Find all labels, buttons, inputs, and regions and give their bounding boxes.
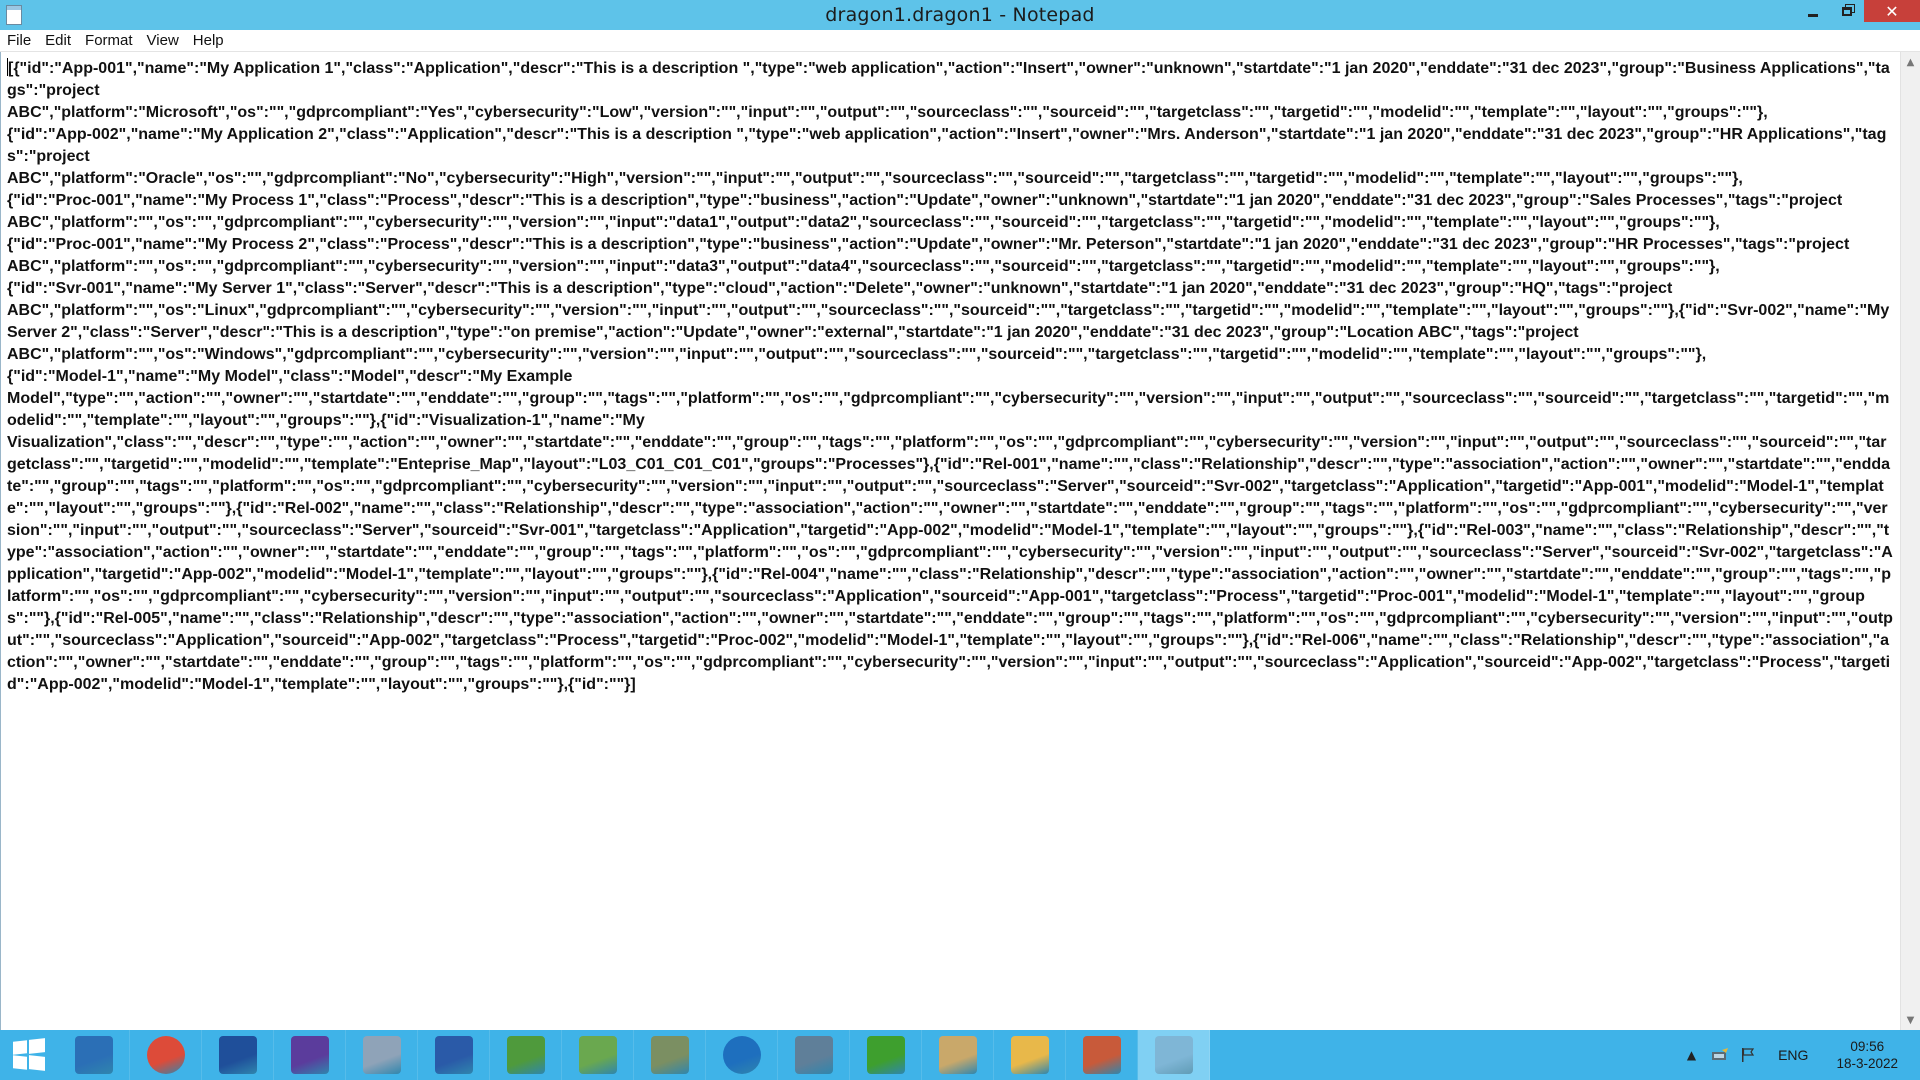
- maximize-button[interactable]: [1830, 0, 1864, 22]
- performance-monitor-icon: [362, 1036, 401, 1074]
- show-hidden-icons-arrow-icon[interactable]: ▲: [1687, 1048, 1696, 1062]
- menu-format[interactable]: Format: [78, 30, 140, 52]
- minimize-button[interactable]: [1796, 0, 1830, 22]
- network-icon[interactable]: [1710, 1047, 1730, 1063]
- server-manager-icon: [74, 1036, 113, 1074]
- taskbar-apps: [58, 1030, 1210, 1080]
- chrome-icon: [146, 1036, 185, 1074]
- taskbar-app-button[interactable]: [850, 1030, 922, 1080]
- calculator-icon: [650, 1036, 689, 1074]
- menu-edit[interactable]: Edit: [38, 30, 78, 52]
- taskbar-app-button[interactable]: [202, 1030, 274, 1080]
- menu-bar: File Edit Format View Help: [0, 30, 1920, 52]
- taskbar-app-button[interactable]: [922, 1030, 994, 1080]
- notepad-pen-icon: [578, 1036, 617, 1074]
- clock-date: 18-3-2022: [1836, 1056, 1898, 1071]
- scroll-down-arrow-icon[interactable]: ▼: [1901, 1010, 1920, 1030]
- taskbar-app-button[interactable]: [634, 1030, 706, 1080]
- spreadsheet-icon: [506, 1036, 545, 1074]
- taskbar-app-button[interactable]: [58, 1030, 130, 1080]
- taskbar-app-button[interactable]: [274, 1030, 346, 1080]
- restore-icon: [1842, 6, 1852, 16]
- taskbar-app-button[interactable]: [1138, 1030, 1210, 1080]
- taskbar-app-button[interactable]: [706, 1030, 778, 1080]
- editor-text[interactable]: [{"id":"App-001","name":"My Application …: [1, 52, 1900, 696]
- taskbar-app-button[interactable]: [490, 1030, 562, 1080]
- window-title: dragon1.dragon1 - Notepad: [825, 4, 1095, 26]
- server-stack-icon: [794, 1036, 833, 1074]
- clock[interactable]: 09:56 18-3-2022: [1836, 1038, 1898, 1072]
- file-explorer-icon: [1010, 1036, 1049, 1074]
- vertical-scrollbar[interactable]: ▲ ▼: [1900, 52, 1920, 1030]
- powershell-icon: [434, 1036, 473, 1074]
- notepad-icon: [1154, 1036, 1193, 1074]
- language-indicator[interactable]: ENG: [1778, 1047, 1808, 1063]
- menu-view[interactable]: View: [140, 30, 186, 52]
- taskbar-app-button[interactable]: [130, 1030, 202, 1080]
- dragon-app-icon: [866, 1036, 905, 1074]
- taskbar-app-button[interactable]: [1066, 1030, 1138, 1080]
- window-controls: ✕: [1796, 0, 1920, 30]
- close-icon: ✕: [1885, 1, 1899, 21]
- menu-file[interactable]: File: [0, 30, 38, 52]
- taskbar-app-button[interactable]: [562, 1030, 634, 1080]
- taskbar-app-button[interactable]: [778, 1030, 850, 1080]
- clock-time: 09:56: [1850, 1039, 1885, 1054]
- paint-icon: [938, 1036, 977, 1074]
- start-button[interactable]: [0, 1030, 58, 1080]
- menu-help[interactable]: Help: [186, 30, 231, 52]
- system-tray: ▲ ENG 09:56 18-3-2022: [1687, 1030, 1920, 1080]
- notepad-app-icon[interactable]: [6, 5, 22, 25]
- visual-studio-icon: [290, 1036, 329, 1074]
- help-icon: [722, 1036, 761, 1074]
- taskbar-app-button[interactable]: [418, 1030, 490, 1080]
- taskbar-app-button[interactable]: [994, 1030, 1066, 1080]
- close-button[interactable]: ✕: [1864, 0, 1920, 22]
- text-caret: [7, 58, 8, 76]
- action-center-flag-icon[interactable]: [1740, 1047, 1756, 1063]
- save-disk-icon: [218, 1036, 257, 1074]
- windows-logo-icon: [13, 1038, 45, 1071]
- taskbar: ▲ ENG 09:56 18-3-2022: [0, 1030, 1920, 1080]
- title-bar[interactable]: dragon1.dragon1 - Notepad ✕: [0, 0, 1920, 30]
- text-editor-area[interactable]: [{"id":"App-001","name":"My Application …: [0, 52, 1900, 1030]
- minimize-icon: [1808, 13, 1818, 17]
- taskbar-app-button[interactable]: [346, 1030, 418, 1080]
- scroll-up-arrow-icon[interactable]: ▲: [1901, 52, 1920, 72]
- snipping-tool-icon: [1082, 1036, 1121, 1074]
